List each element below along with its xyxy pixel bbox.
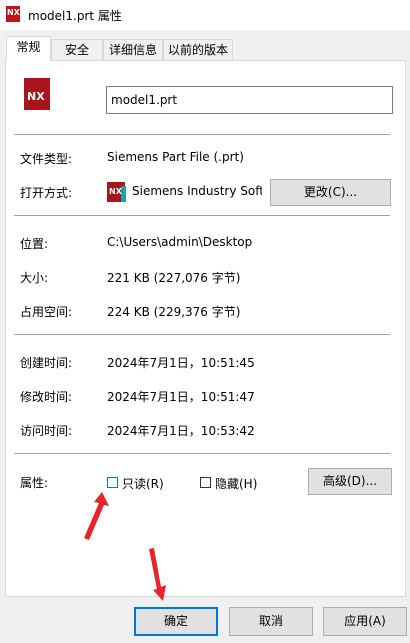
size-value: 221 KB (227,076 字节)	[107, 271, 241, 285]
file-name-field[interactable]	[106, 86, 393, 114]
location-label: 位置:	[20, 237, 49, 251]
divider	[14, 215, 390, 216]
change-button[interactable]: 更改(C)...	[270, 179, 391, 206]
hidden-checkbox[interactable]	[200, 477, 211, 488]
tab-previous-versions[interactable]: 以前的版本	[163, 39, 233, 60]
divider	[14, 134, 390, 135]
open-with-label: 打开方式:	[20, 186, 73, 200]
accessed-label: 访问时间:	[20, 424, 73, 438]
file-type-value: Siemens Part File (.prt)	[107, 150, 244, 164]
annotation-arrow-ok	[149, 548, 166, 601]
ok-button[interactable]: 确定	[134, 607, 218, 636]
disk-size-value: 224 KB (229,376 字节)	[107, 305, 241, 319]
tab-general[interactable]: 常规	[6, 36, 51, 61]
nx-file-icon: NX	[24, 78, 50, 110]
accessed-value: 2024年7月1日，10:53:42	[107, 424, 255, 438]
advanced-button[interactable]: 高级(D)...	[308, 468, 392, 495]
cancel-button[interactable]: 取消	[229, 607, 313, 636]
readonly-label[interactable]: 只读(R)	[122, 475, 164, 492]
file-type-label: 文件类型:	[20, 152, 73, 166]
apply-button[interactable]: 应用(A)	[323, 607, 407, 636]
general-panel	[5, 60, 406, 597]
window-title: model1.prt 属性	[28, 9, 122, 23]
divider	[14, 334, 390, 335]
tab-security[interactable]: 安全	[51, 39, 103, 60]
modified-value: 2024年7月1日，10:51:47	[107, 390, 255, 404]
tab-details[interactable]: 详细信息	[103, 39, 163, 60]
divider	[14, 453, 390, 454]
readonly-checkbox[interactable]	[107, 477, 118, 488]
created-value: 2024年7月1日，10:51:45	[107, 356, 255, 370]
hidden-label[interactable]: 隐藏(H)	[215, 475, 257, 492]
open-with-value: Siemens Industry Softw	[132, 184, 262, 198]
annotation-arrow-readonly	[84, 492, 109, 540]
nx-app-icon: NX	[107, 182, 126, 202]
nx-file-icon: NX	[6, 6, 20, 22]
location-value: C:\Users\admin\Desktop	[107, 235, 253, 249]
disk-size-label: 占用空间:	[20, 305, 73, 319]
modified-label: 修改时间:	[20, 390, 73, 404]
created-label: 创建时间:	[20, 356, 73, 370]
attributes-label: 属性:	[20, 476, 49, 490]
size-label: 大小:	[20, 271, 49, 285]
